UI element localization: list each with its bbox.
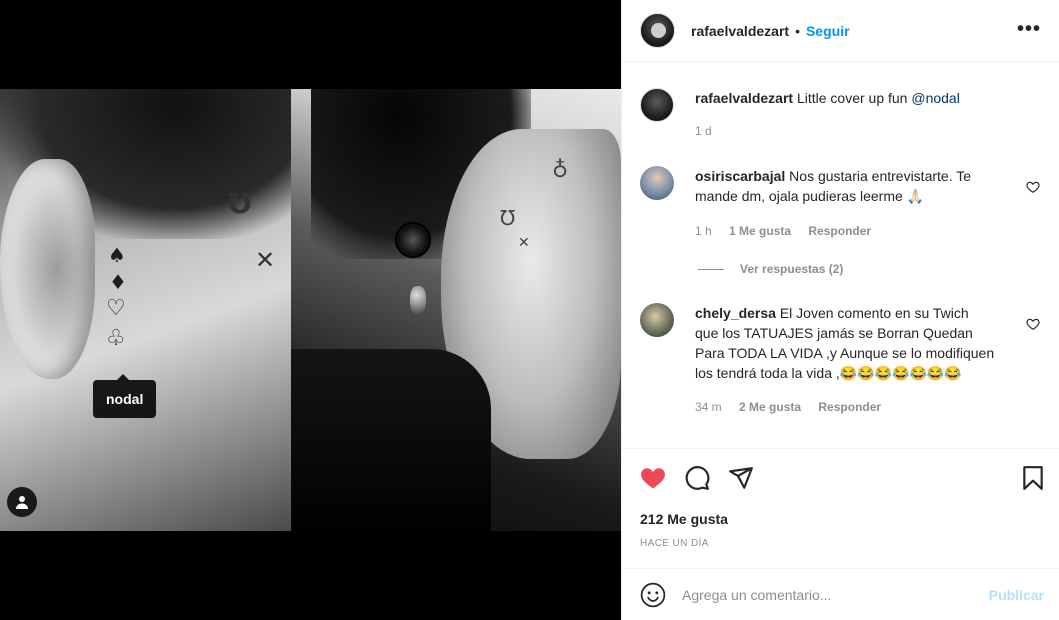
heart-outline-icon[interactable] xyxy=(1026,180,1040,194)
comment-composer: Publicar xyxy=(622,568,1059,620)
reply-button[interactable]: Responder xyxy=(808,224,871,238)
more-options-icon[interactable]: ••• xyxy=(1017,18,1041,41)
commenter-avatar[interactable] xyxy=(640,166,674,200)
x-tattoo-2: ✕ xyxy=(518,235,530,251)
horseshoe-tattoo-2: Ʊ xyxy=(500,206,516,230)
post-date[interactable]: HACE UN DÍA xyxy=(640,538,709,549)
bookmark-icon[interactable] xyxy=(1020,465,1046,491)
view-replies-label: Ver respuestas (2) xyxy=(740,262,844,276)
diamond-tattoo: ♦ xyxy=(109,270,127,294)
action-bar: 212 Me gusta HACE UN DÍA xyxy=(622,448,1059,568)
caption-meta: 1 d xyxy=(695,124,726,138)
author-username[interactable]: rafaelvaldezart xyxy=(691,23,789,39)
horseshoe-tattoo: Ʊ xyxy=(228,187,252,220)
spade-tattoo: ♠ xyxy=(108,243,126,267)
user-tag-icon xyxy=(16,496,28,509)
photo-left-half xyxy=(0,89,291,531)
reply-button[interactable]: Responder xyxy=(818,400,881,414)
caption-mention[interactable]: @nodal xyxy=(911,90,959,106)
comment-likes[interactable]: 1 Me gusta xyxy=(729,224,791,238)
post-media[interactable]: ♠ ♦ ♡ ♧ Ʊ ✕ ♁ Ʊ ✕ nodal xyxy=(0,0,621,620)
comment-time[interactable]: 34 m xyxy=(695,400,722,414)
author-avatar[interactable] xyxy=(640,13,675,48)
heart-tattoo: ♡ xyxy=(106,296,126,321)
commenter-avatar[interactable] xyxy=(640,303,674,337)
replies-divider xyxy=(698,268,724,270)
jacket xyxy=(291,349,491,531)
follow-button[interactable]: Seguir xyxy=(806,23,850,39)
in-ear-monitor xyxy=(395,222,431,258)
caption-time[interactable]: 1 d xyxy=(695,124,712,138)
comment-icon[interactable] xyxy=(684,465,710,491)
user-tag-button[interactable] xyxy=(7,487,37,517)
club-tattoo: ♧ xyxy=(106,326,126,351)
separator-dot: • xyxy=(795,22,800,39)
comment-meta: 1 h 1 Me gusta Responder xyxy=(695,224,885,238)
comment-text: chely_dersa El Joven comento en su Twich… xyxy=(695,303,995,383)
caption-author[interactable]: rafaelvaldezart xyxy=(695,90,793,106)
caption-text: rafaelvaldezart Little cover up fun @nod… xyxy=(695,88,995,108)
comment-author[interactable]: chely_dersa xyxy=(695,305,776,321)
money-bag-tattoo: ♁ xyxy=(552,158,569,183)
comment-text: osiriscarbajal Nos gustaria entrevistart… xyxy=(695,166,995,206)
comment-time[interactable]: 1 h xyxy=(695,224,712,238)
heart-outline-icon[interactable] xyxy=(1026,317,1040,331)
photo-right-half xyxy=(291,89,621,531)
comment-likes[interactable]: 2 Me gusta xyxy=(739,400,801,414)
view-replies-button[interactable]: Ver respuestas (2) xyxy=(698,262,843,276)
emoji-icon[interactable] xyxy=(640,582,666,608)
earring xyxy=(410,286,426,316)
x-tattoo: ✕ xyxy=(255,246,276,274)
caption-body: Little cover up fun xyxy=(796,90,908,106)
comments-list[interactable]: rafaelvaldezart Little cover up fun @nod… xyxy=(622,62,1059,448)
comment-input[interactable] xyxy=(682,586,972,603)
post-header: rafaelvaldezart • Seguir ••• xyxy=(622,0,1059,62)
likes-count[interactable]: 212 Me gusta xyxy=(640,511,728,527)
heart-filled-icon[interactable] xyxy=(640,465,666,491)
publish-button[interactable]: Publicar xyxy=(989,587,1044,603)
caption-author-avatar[interactable] xyxy=(640,88,674,122)
comment-meta: 34 m 2 Me gusta Responder xyxy=(695,400,895,414)
post-side-panel: rafaelvaldezart • Seguir ••• rafaelvalde… xyxy=(621,0,1059,620)
comment-author[interactable]: osiriscarbajal xyxy=(695,168,785,184)
ear xyxy=(0,159,95,379)
share-icon[interactable] xyxy=(728,465,754,491)
user-tag-tooltip[interactable]: nodal xyxy=(93,374,157,418)
